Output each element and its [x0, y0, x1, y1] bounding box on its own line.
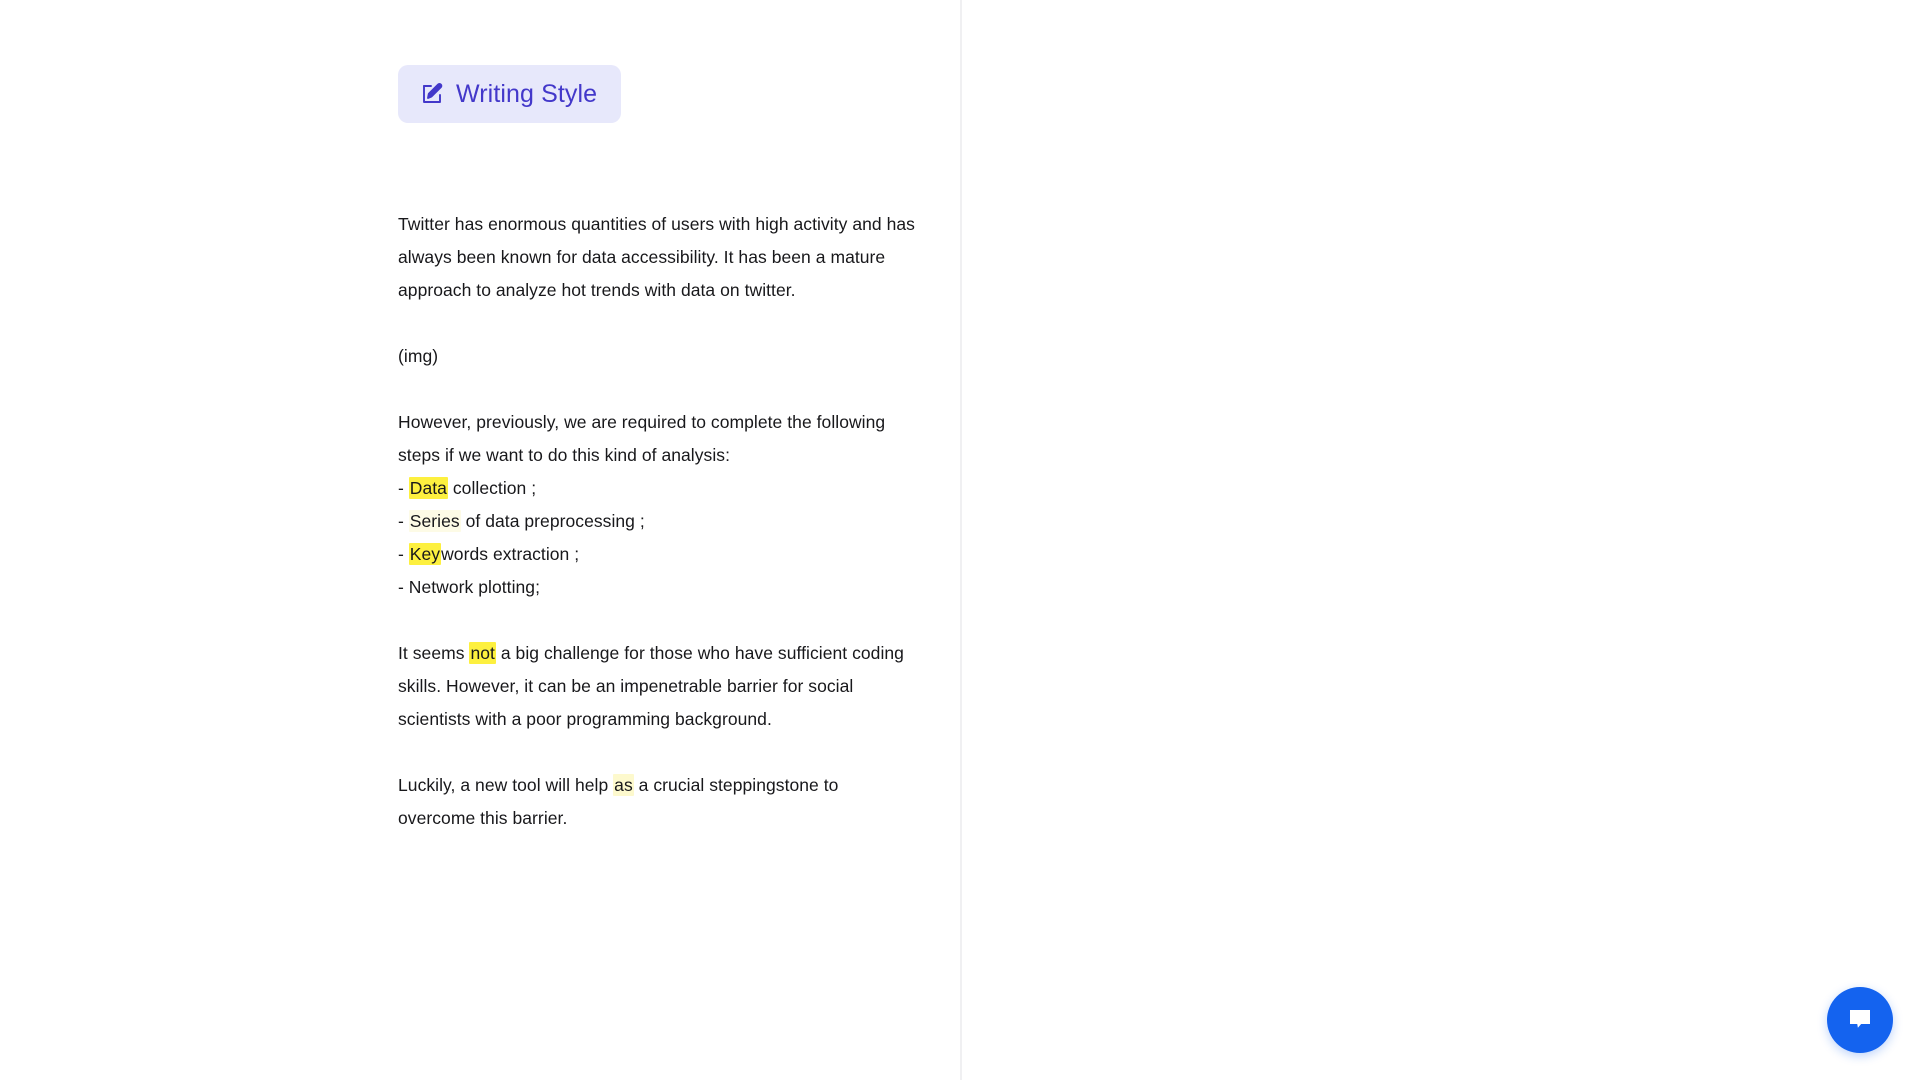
paragraph-4-text-a: It seems — [398, 643, 470, 663]
paragraph-1: Twitter has enormous quantities of users… — [398, 214, 915, 300]
app-root: Writing Style Twitter has enormous quant… — [0, 0, 1920, 1080]
list-item: - Data collection ; — [398, 472, 918, 505]
highlight-not[interactable]: not — [469, 642, 496, 664]
highlight-as[interactable]: as — [613, 774, 634, 796]
editor-pane: Writing Style Twitter has enormous quant… — [0, 0, 962, 1080]
chat-launcher-button[interactable] — [1827, 987, 1893, 1053]
list-item-bullet: - — [398, 511, 409, 531]
paragraph-2-img-placeholder: (img) — [398, 346, 439, 366]
list-item-bullet: - — [398, 478, 409, 498]
highlight-key[interactable]: Key — [408, 543, 442, 565]
paragraph-3: However, previously, we are required to … — [398, 412, 886, 465]
list-item-text: Network plotting; — [408, 577, 540, 597]
paragraph-5: Luckily, a new tool will help as a cruci… — [398, 769, 918, 835]
edit-square-pen-icon — [420, 82, 444, 106]
list-item-bullet: - — [398, 544, 409, 564]
list-item: - Series of data preprocessing ; — [398, 505, 918, 538]
writing-style-button[interactable]: Writing Style — [398, 65, 622, 123]
list-item-text: words extraction ; — [441, 544, 580, 564]
list-item-text: collection ; — [447, 478, 537, 498]
highlight-series[interactable]: Series — [408, 510, 461, 532]
highlight-data[interactable]: Data — [408, 477, 448, 499]
list-item-bullet: - — [398, 577, 409, 597]
chat-bubble-icon — [1845, 1005, 1875, 1035]
list-item-text: of data preprocessing ; — [460, 511, 645, 531]
document-body[interactable]: Twitter has enormous quantities of users… — [398, 208, 918, 868]
paragraph-4: It seems not a big challenge for those w… — [398, 637, 918, 736]
writing-style-label: Writing Style — [456, 79, 598, 108]
paragraph-5-text-a: Luckily, a new tool will help — [398, 775, 614, 795]
suggestions-pane: Settings Account No corrections found — [962, 0, 1920, 1080]
list-item: - Network plotting; — [398, 571, 918, 604]
list-item: - Keywords extraction ; — [398, 538, 918, 571]
steps-list: - Data collection ; - Series of data prep… — [398, 472, 918, 604]
